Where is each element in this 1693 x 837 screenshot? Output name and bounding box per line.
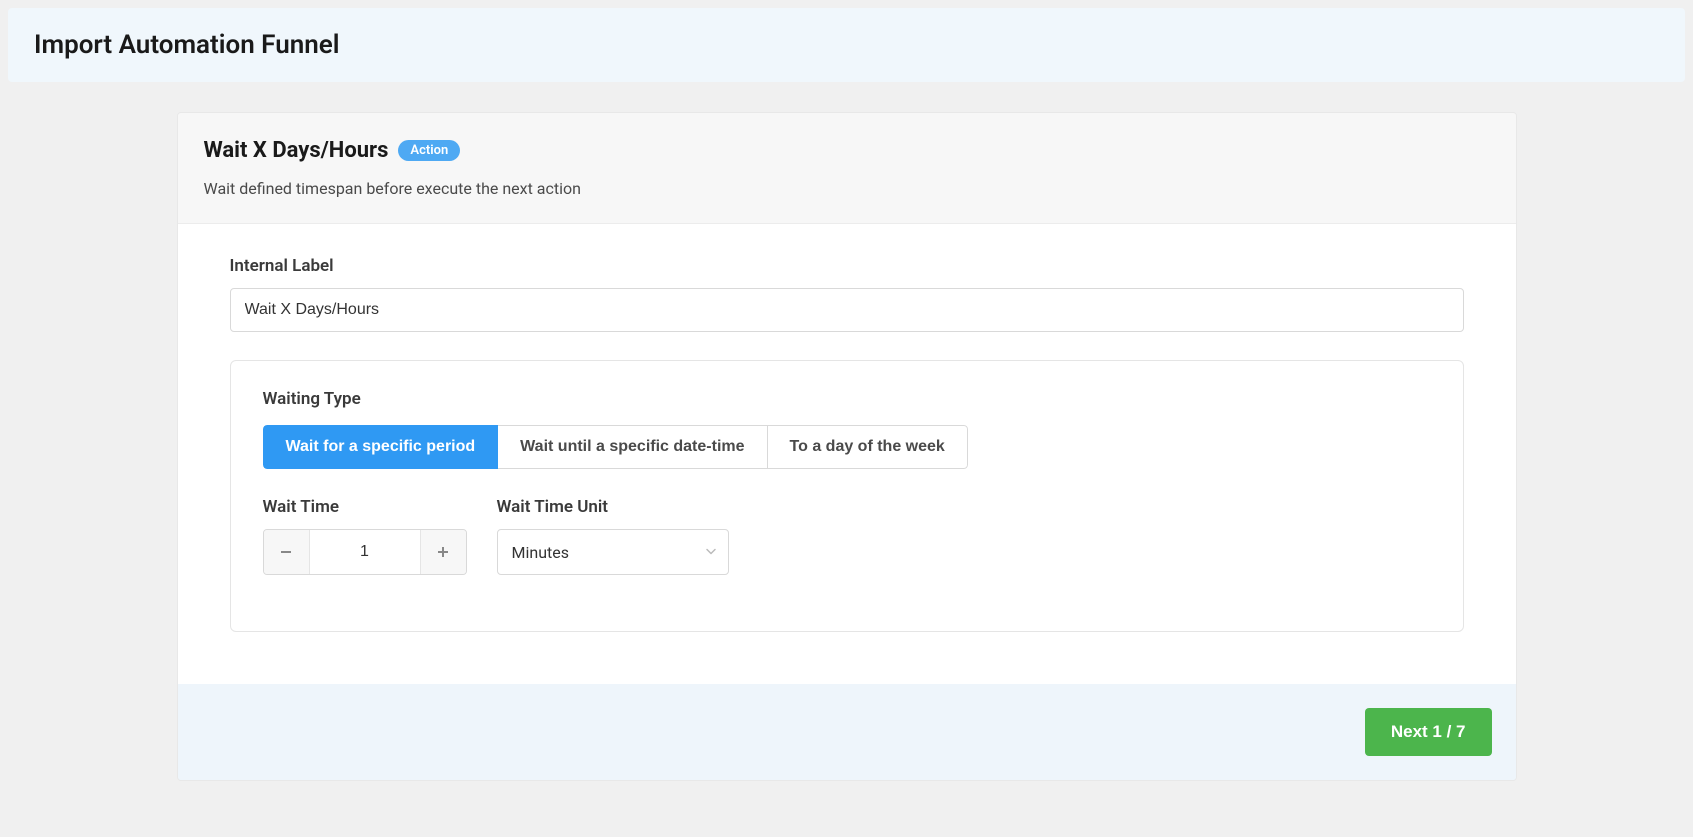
internal-label-label: Internal Label <box>230 256 1464 276</box>
minus-icon <box>280 546 292 558</box>
wait-time-unit-value: Minutes <box>512 543 570 562</box>
next-button[interactable]: Next 1 / 7 <box>1365 708 1492 756</box>
wait-time-group: Wait Time <box>263 497 467 575</box>
action-card: Wait X Days/Hours Action Wait defined ti… <box>177 112 1517 781</box>
card-title: Wait X Days/Hours <box>204 138 389 163</box>
card-footer: Next 1 / 7 <box>178 684 1516 780</box>
card-body: Internal Label Waiting Type Wait for a s… <box>178 223 1516 684</box>
card-subtitle: Wait defined timespan before execute the… <box>204 179 1490 198</box>
waiting-type-segmented: Wait for a specific period Wait until a … <box>263 425 968 469</box>
waiting-type-label: Waiting Type <box>263 389 1431 409</box>
wait-time-stepper <box>263 529 467 575</box>
wait-time-input[interactable] <box>310 530 420 574</box>
action-badge: Action <box>398 140 460 161</box>
wait-time-unit-group: Wait Time Unit Minutes <box>497 497 729 575</box>
plus-icon <box>437 546 449 558</box>
page-title: Import Automation Funnel <box>34 30 1659 60</box>
page-header: Import Automation Funnel <box>8 8 1685 82</box>
wait-time-unit-select[interactable]: Minutes <box>497 529 729 575</box>
wait-time-row: Wait Time Wait Time Unit <box>263 497 1431 575</box>
wait-time-decrement[interactable] <box>264 530 310 574</box>
card-title-row: Wait X Days/Hours Action <box>204 138 1490 163</box>
wait-time-increment[interactable] <box>420 530 466 574</box>
waiting-type-option-specific-period[interactable]: Wait for a specific period <box>263 425 499 469</box>
waiting-type-option-specific-datetime[interactable]: Wait until a specific date-time <box>497 425 767 469</box>
wait-time-label: Wait Time <box>263 497 467 517</box>
waiting-settings-panel: Waiting Type Wait for a specific period … <box>230 360 1464 632</box>
wait-time-unit-label: Wait Time Unit <box>497 497 729 517</box>
waiting-type-option-day-of-week[interactable]: To a day of the week <box>767 425 968 469</box>
internal-label-input[interactable] <box>230 288 1464 332</box>
card-header: Wait X Days/Hours Action Wait defined ti… <box>178 113 1516 223</box>
